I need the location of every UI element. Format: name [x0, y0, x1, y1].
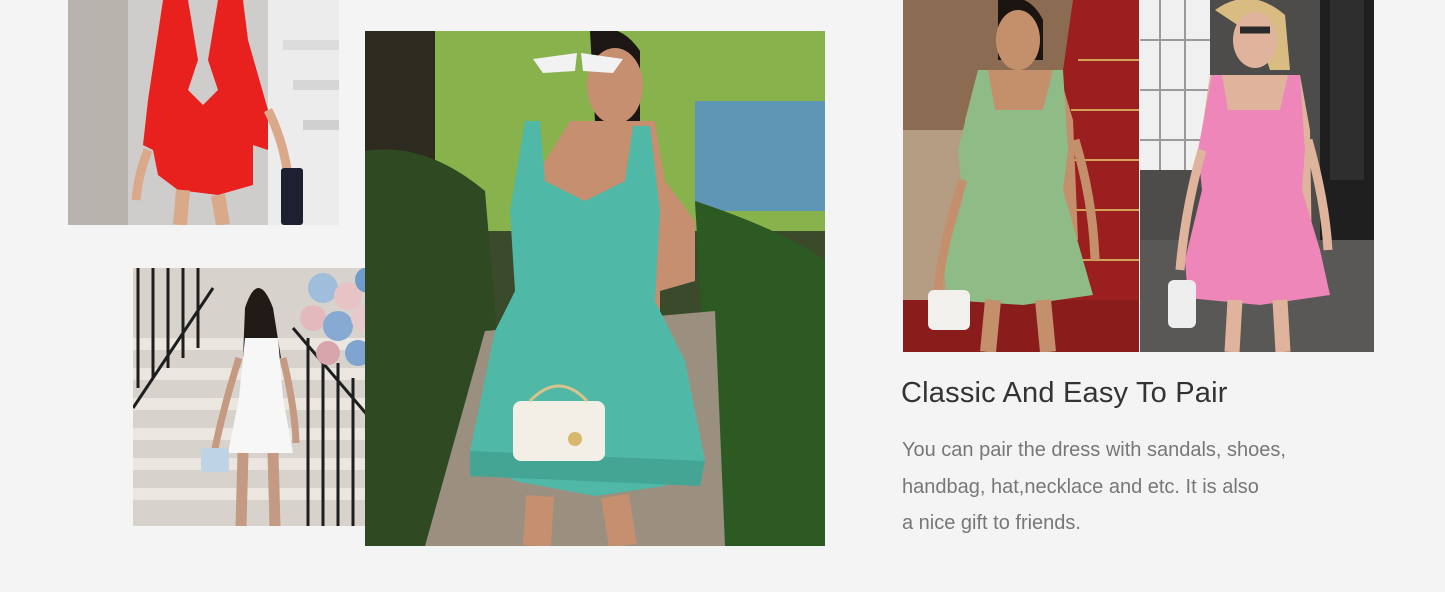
white-dress-photo [133, 268, 387, 526]
feature-heading: Classic And Easy To Pair [901, 377, 1228, 409]
description-line: You can pair the dress with sandals, sho… [902, 439, 1286, 461]
description-line: a nice gift to friends. [902, 512, 1081, 534]
green-dress-photo [903, 0, 1139, 352]
description-line: handbag, hat,necklace and etc. It is als… [902, 475, 1259, 498]
teal-dress-photo [365, 31, 825, 546]
pink-dress-photo [1140, 0, 1374, 352]
red-dress-photo [68, 0, 339, 225]
feature-description: You can pair the dress with sandals, sho… [902, 432, 1322, 542]
